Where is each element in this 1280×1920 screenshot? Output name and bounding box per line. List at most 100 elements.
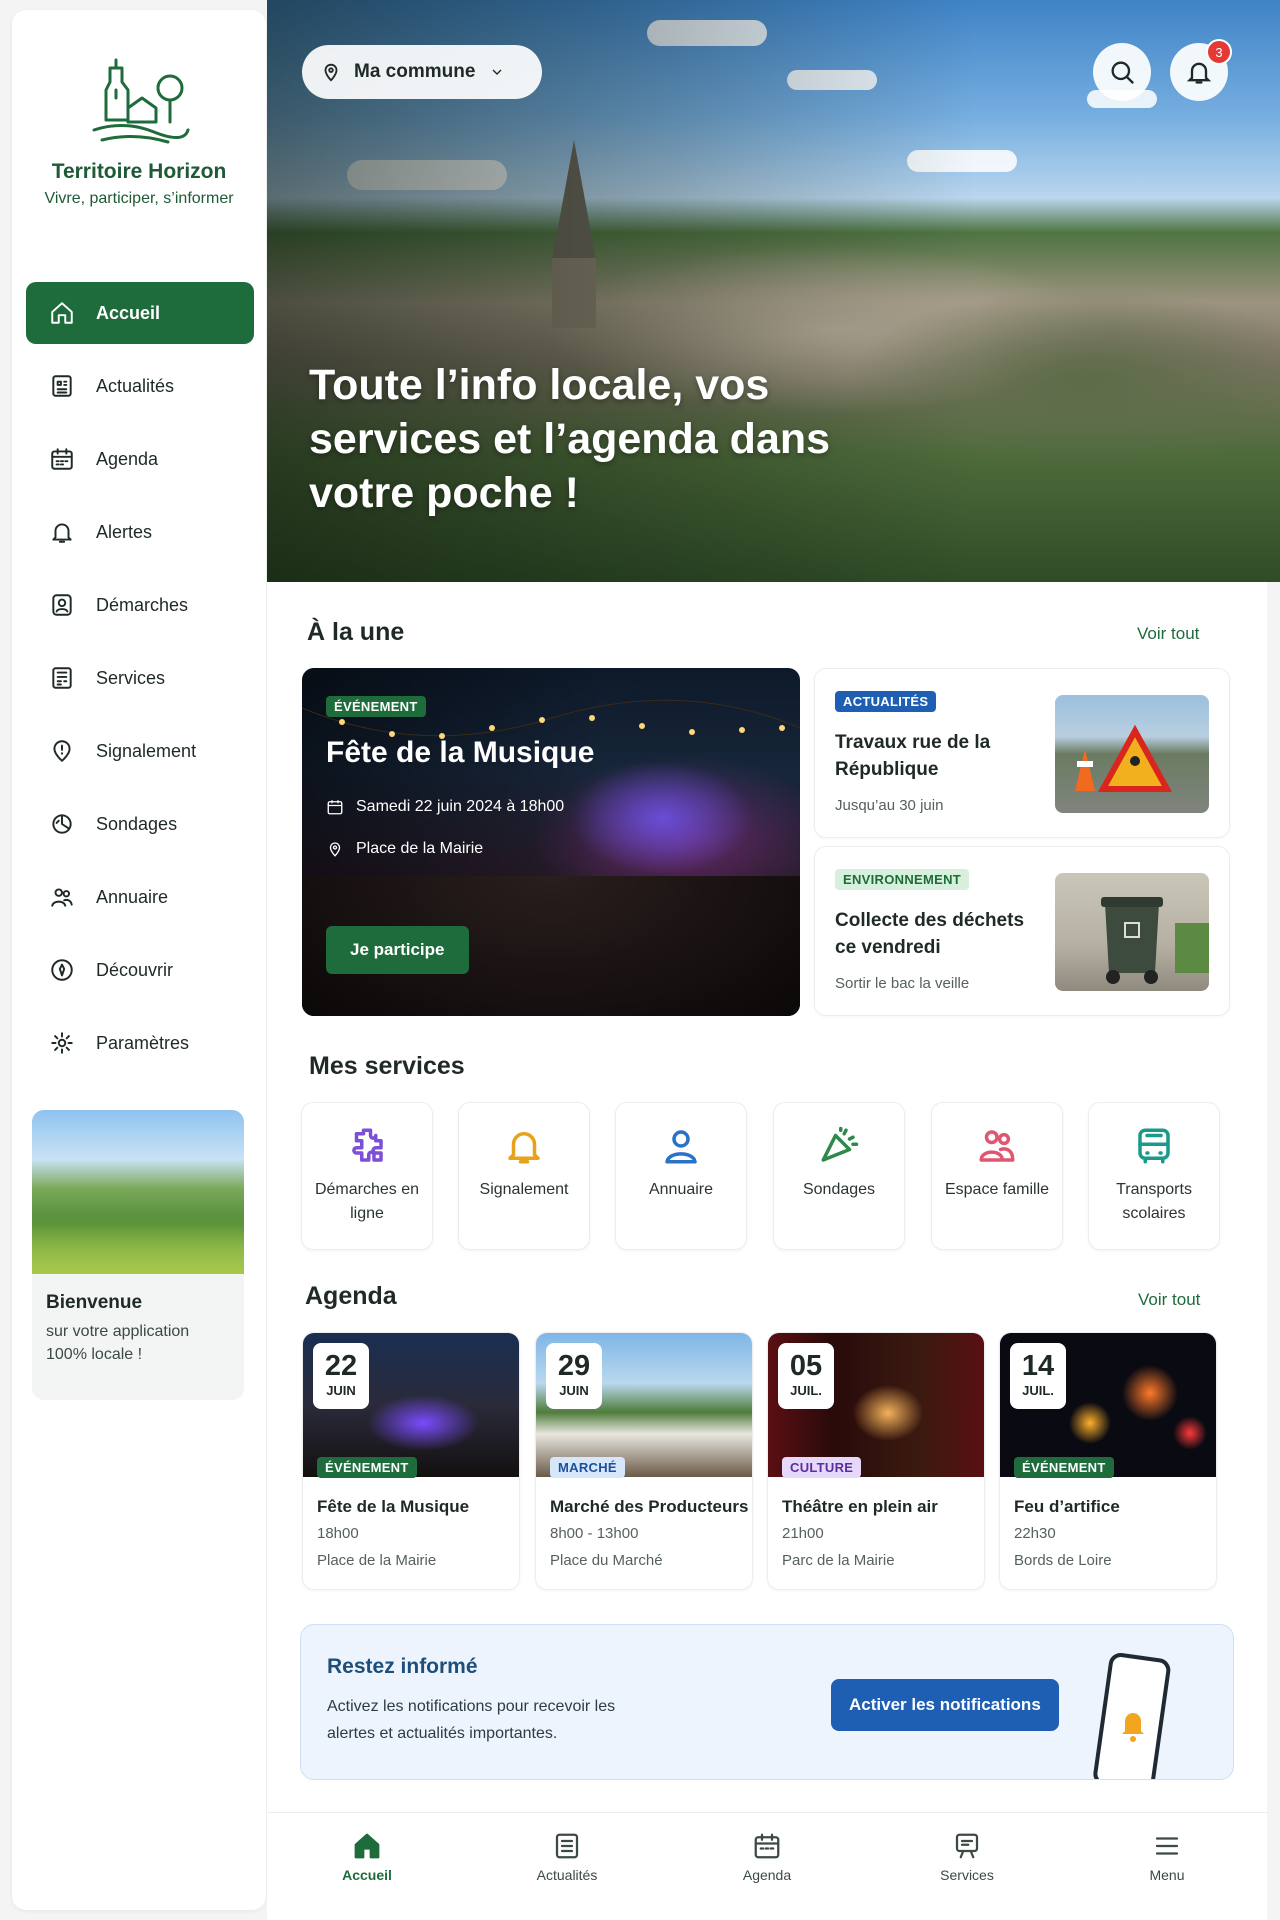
sidebar-item-alertes[interactable]: Alertes [26,501,254,563]
market-image: 29 JUIN [536,1333,752,1477]
search-button[interactable] [1093,43,1151,101]
sidebar-item-signalement[interactable]: Signalement [26,720,254,782]
service-transports[interactable]: Transports scolaires [1088,1102,1220,1250]
hamburger-menu-icon [1155,1837,1179,1855]
tab-agenda[interactable]: Agenda [667,1813,867,1920]
see-all-une-link[interactable]: Voir tout [1137,624,1199,644]
sidebar-item-annuaire[interactable]: Annuaire [26,866,254,928]
service-label: Démarches en ligne [314,1181,420,1222]
event-tag: MARCHÉ [550,1457,625,1478]
sidebar-item-agenda[interactable]: Agenda [26,428,254,490]
event-day: 14 [1021,1350,1055,1382]
event-title: Marché des Producteurs [550,1497,749,1516]
calendar-icon [754,1833,780,1859]
sidebar-nav: Accueil Actualités Agenda Alertes Démarc… [26,282,254,1085]
hero-title: Toute l’info locale, vos services et l’a… [309,361,831,517]
service-annuaire[interactable]: Annuaire [615,1102,747,1250]
notifications-promo: Restez informé Activez les notifications… [300,1624,1234,1780]
news-subtitle: Sortir le bac la veille [835,975,970,992]
tab-actualites[interactable]: Actualités [467,1813,667,1920]
roadworks-image [1055,695,1209,813]
bottom-nav: Accueil Actualités Agenda Services Menu [267,1812,1267,1920]
sidebar-item-label: Actualités [96,375,175,396]
tab-label: Agenda [742,1867,792,1883]
bell-icon [1186,62,1212,84]
brand-tagline: Vivre, participer, s’informer [44,190,234,207]
event-date-badge: 05 JUIL. [778,1343,834,1409]
service-sondages[interactable]: Sondages [773,1102,905,1250]
news-card-travaux[interactable]: ACTUALITÉS Travaux rue de la République … [814,668,1230,838]
agenda-event-card[interactable]: 05 JUIL. CULTURE Théâtre en plein air 21h… [767,1332,985,1590]
poll-icon [52,814,72,834]
location-pin-icon [324,63,338,82]
theatre-image: 05 JUIL. [768,1333,984,1477]
puzzle-icon [352,1128,383,1162]
tab-services[interactable]: Services [867,1813,1067,1920]
sidebar-item-demarches[interactable]: Démarches [26,574,254,636]
event-day: 29 [557,1350,591,1382]
fireworks-image: 14 JUIL. [1000,1333,1216,1477]
sidebar-item-actualites[interactable]: Actualités [26,355,254,417]
service-demarches[interactable]: Démarches en ligne [301,1102,433,1250]
sidebar-item-accueil[interactable]: Accueil [26,282,254,344]
sidebar-item-label: Signalement [96,740,197,761]
sidebar-item-decouvrir[interactable]: Découvrir [26,939,254,1001]
news-subtitle: Jusqu’au 30 juin [835,797,944,814]
featured-event-place-text: Place de la Mairie [356,840,484,857]
event-place: Parc de la Mairie [782,1552,895,1569]
bell-icon [508,1132,540,1164]
sidebar-item-label: Démarches [96,594,189,615]
welcome-landscape-image [32,1110,244,1274]
notification-count-badge: 3 [1206,39,1232,65]
megaphone-icon [821,1126,859,1162]
news-card-dechets[interactable]: ENVIRONNEMENT Collecte des déchets ce ve… [814,846,1230,1016]
event-time: 18h00 [317,1525,359,1542]
agenda-event-card[interactable]: 14 JUIL. ÉVÉNEMENT Feu d’artifice 22h30 B… [999,1332,1217,1590]
agenda-event-card[interactable]: 29 JUIN MARCHÉ Marché des Producteurs 8h0… [535,1332,753,1590]
news-icon [52,375,72,397]
event-time: 22h30 [1014,1525,1056,1542]
welcome-card: Bienvenue sur votre application 100% loc… [32,1110,244,1400]
event-time: 8h00 - 13h00 [550,1525,639,1542]
event-month: JUIL. [790,1383,822,1398]
service-famille[interactable]: Espace famille [931,1102,1063,1250]
tab-accueil[interactable]: Accueil [267,1813,467,1920]
commune-selector[interactable]: Ma commune [302,45,542,99]
person-icon [665,1130,697,1164]
sidebar-item-label: Sondages [96,813,178,834]
tab-menu[interactable]: Menu [1067,1813,1267,1920]
enable-notifications-button[interactable]: Activer les notifications [831,1679,1059,1731]
bell-icon [52,523,72,543]
sidebar-item-label: Agenda [96,448,159,469]
location-pin-icon [329,842,341,857]
service-label: Annuaire [648,1181,714,1198]
event-month: JUIN [559,1383,589,1398]
featured-event-place: Place de la Mairie [326,840,483,858]
sidebar-item-services[interactable]: Services [26,647,254,709]
welcome-text: sur votre application 100% locale ! [46,1323,190,1364]
sidebar-item-sondages[interactable]: Sondages [26,793,254,855]
service-signalement[interactable]: Signalement [458,1102,590,1250]
news-title: Travaux rue de la République [835,732,991,780]
participate-button[interactable]: Je participe [326,926,469,974]
service-label: Transports scolaires [1116,1181,1192,1222]
event-month: JUIN [326,1383,356,1398]
service-label: Espace famille [944,1181,1050,1198]
featured-event-card[interactable]: ÉVÉNEMENT Fête de la Musique Samedi 22 j… [302,668,800,1016]
discover-icon [51,959,73,981]
event-title: Feu d’artifice [1014,1497,1120,1516]
tab-label: Menu [1149,1867,1185,1883]
section-title-services: Mes services [309,1052,465,1080]
sidebar-item-label: Accueil [96,302,161,323]
sidebar-item-label: Annuaire [96,886,169,907]
sidebar-item-label: Découvrir [96,959,174,980]
search-icon [1111,61,1134,84]
hero-banner: Ma commune 3 Toute l’info locale, vos se… [267,0,1280,582]
news-title: Collecte des déchets ce vendredi [835,910,1025,958]
notifications-button[interactable]: 3 [1170,39,1232,101]
featured-event-title: Fête de la Musique [326,736,595,769]
sidebar-item-parametres[interactable]: Paramètres [26,1012,254,1074]
see-all-agenda-link[interactable]: Voir tout [1138,1290,1200,1310]
agenda-event-card[interactable]: 22 JUIN ÉVÉNEMENT Fête de la Musique 18h0… [302,1332,520,1590]
procedures-icon [52,594,72,616]
